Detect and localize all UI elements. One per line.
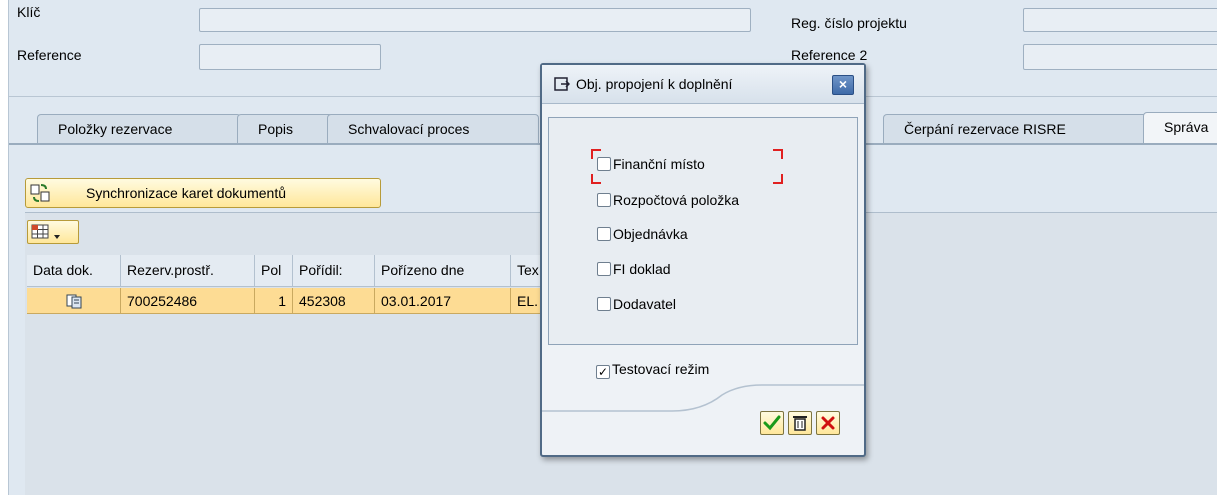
- key-field[interactable]: [199, 8, 751, 32]
- option-fi-doklad[interactable]: FI doklad: [597, 261, 671, 277]
- tab-popis[interactable]: Popis: [237, 114, 333, 144]
- delete-button[interactable]: [788, 411, 812, 435]
- option-rozpoctova-polozka[interactable]: Rozpočtová položka: [597, 192, 739, 208]
- checkmark-icon: [763, 415, 781, 431]
- dropdown-arrow-icon: [54, 235, 60, 239]
- reference-label: Reference: [17, 47, 82, 63]
- col-header-reserve[interactable]: Rezerv.prostř.: [121, 255, 255, 287]
- tab-cerpani-rezervace[interactable]: Čerpání rezervace RISRE: [883, 114, 1147, 144]
- col-header-created-on[interactable]: Pořízeno dne: [375, 255, 511, 287]
- col-header-created-by[interactable]: Pořídil:: [293, 255, 375, 287]
- reference-field[interactable]: [199, 44, 381, 70]
- item-cell: 1: [255, 288, 293, 314]
- project-reg-label: Reg. číslo projektu: [791, 15, 907, 31]
- focus-corner: [591, 174, 601, 184]
- tab-sprava[interactable]: Správa: [1143, 112, 1217, 144]
- col-header-item[interactable]: Pol: [255, 255, 293, 287]
- table-row[interactable]: 700252486 1 452308 03.01.2017 EL.: [27, 288, 545, 314]
- project-reg-field[interactable]: [1023, 8, 1217, 32]
- checkbox[interactable]: [597, 157, 611, 171]
- confirm-button[interactable]: [760, 411, 784, 435]
- focus-corner: [773, 174, 783, 184]
- options-group: Finanční místo Rozpočtová položka Objedn…: [548, 117, 858, 345]
- option-dodavatel[interactable]: Dodavatel: [597, 296, 676, 312]
- key-label: Klíč: [17, 4, 41, 20]
- option-financni-misto[interactable]: Finanční místo: [597, 156, 705, 172]
- created-on-cell: 03.01.2017: [375, 288, 511, 314]
- link-objects-dialog: Obj. propojení k doplnění × Finanční mís…: [540, 63, 866, 457]
- doc-data-cell[interactable]: [27, 288, 121, 314]
- dialog-footer-curve: [542, 384, 864, 412]
- tab-schvalovaci-proces[interactable]: Schvalovací proces: [327, 114, 539, 144]
- sync-document-tabs-button[interactable]: Synchronizace karet dokumentů: [25, 178, 381, 208]
- grid-header: Data dok. Rezerv.prostř. Pol Pořídil: Po…: [27, 255, 545, 287]
- tab-polozky-rezervace[interactable]: Položky rezervace: [37, 114, 241, 144]
- checkbox[interactable]: [597, 227, 611, 241]
- checkbox-checked[interactable]: ✓: [596, 365, 610, 379]
- reserve-cell: 700252486: [121, 288, 255, 314]
- cancel-x-icon: [821, 416, 835, 430]
- dialog-title: Obj. propojení k doplnění: [576, 76, 733, 92]
- checkbox[interactable]: [597, 297, 611, 311]
- option-objednavka[interactable]: Objednávka: [597, 226, 688, 242]
- created-by-cell: 452308: [293, 288, 375, 314]
- option-test-mode[interactable]: ✓ Testovací režim: [596, 361, 709, 379]
- focus-corner: [773, 149, 783, 159]
- checkbox[interactable]: [597, 193, 611, 207]
- checkbox[interactable]: [597, 262, 611, 276]
- trash-icon: [793, 416, 807, 431]
- col-header-doc-data[interactable]: Data dok.: [27, 255, 121, 287]
- cancel-button[interactable]: [816, 411, 840, 435]
- sync-button-label: Synchronizace karet dokumentů: [86, 185, 286, 201]
- grid-layout-button[interactable]: [27, 220, 79, 244]
- reference2-label: Reference 2: [791, 47, 868, 63]
- dialog-titlebar: Obj. propojení k doplnění ×: [542, 65, 864, 104]
- sync-icon: [30, 184, 50, 202]
- dialog-window-icon: [554, 77, 570, 91]
- document-icon: [66, 294, 81, 309]
- table-layout-icon: [31, 224, 60, 239]
- reference2-field[interactable]: [1023, 44, 1217, 70]
- close-icon[interactable]: ×: [832, 75, 854, 95]
